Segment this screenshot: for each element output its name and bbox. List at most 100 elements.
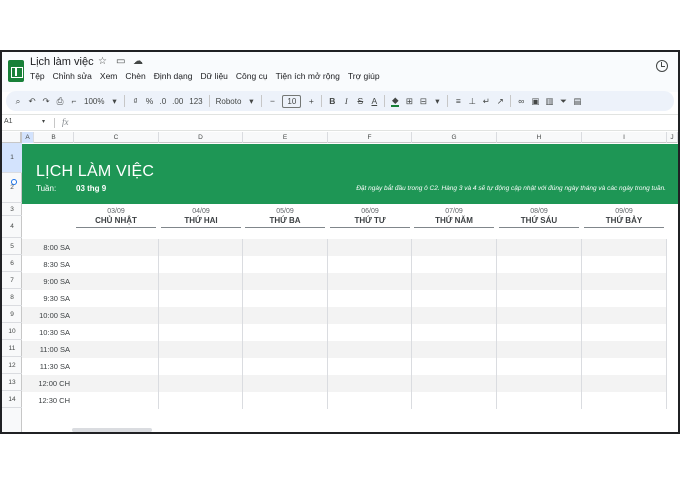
row-header-6[interactable]: 6 (2, 255, 22, 272)
sheets-logo-icon[interactable] (8, 60, 24, 82)
row-header-2[interactable]: 2 (2, 173, 22, 203)
row-header-12[interactable]: 12 (2, 357, 22, 374)
schedule-slot-cell[interactable] (497, 358, 582, 375)
schedule-slot-cell[interactable] (243, 239, 328, 256)
schedule-slot-cell[interactable] (243, 324, 328, 341)
name-box-chevron-down-icon[interactable]: ▾ (42, 118, 45, 125)
text-rotation-icon[interactable]: ↗ (496, 96, 504, 107)
schedule-slot-cell[interactable] (243, 358, 328, 375)
time-label[interactable]: 12:00 CH (22, 379, 74, 388)
menu-file[interactable]: Tệp (30, 71, 45, 85)
schedule-slot-cell[interactable] (159, 290, 243, 307)
filter-icon[interactable]: ⏷ (559, 96, 567, 107)
row-header-1[interactable]: 1 (2, 143, 22, 173)
italic-button[interactable]: I (342, 96, 350, 106)
schedule-slot-cell[interactable] (582, 239, 667, 256)
schedule-slot-cell[interactable] (582, 307, 667, 324)
day-header[interactable]: 08/09 THỨ SÁU (497, 208, 581, 228)
schedule-slot-cell[interactable] (74, 375, 159, 392)
merge-chevron-down-icon[interactable]: ▾ (433, 96, 441, 107)
schedule-slot-cell[interactable] (243, 307, 328, 324)
text-color-button[interactable]: A (370, 96, 378, 106)
time-label[interactable]: 8:00 SA (22, 243, 74, 252)
menu-format[interactable]: Định dạng (154, 71, 193, 85)
insert-link-icon[interactable]: ∞ (517, 96, 525, 106)
insert-chart-icon[interactable]: ▥ (545, 96, 553, 107)
schedule-slot-cell[interactable] (159, 392, 243, 409)
schedule-slot-cell[interactable] (412, 290, 497, 307)
row-header-3[interactable]: 3 (2, 203, 22, 216)
row-header-9[interactable]: 9 (2, 306, 22, 323)
day-header[interactable]: 06/09 THỨ TƯ (328, 208, 412, 228)
undo-icon[interactable]: ↶ (28, 96, 36, 107)
column-header-a[interactable]: A (22, 132, 34, 143)
time-label[interactable]: 9:00 SA (22, 277, 74, 286)
schedule-slot-cell[interactable] (582, 341, 667, 358)
schedule-slot-cell[interactable] (159, 341, 243, 358)
time-label[interactable]: 10:00 SA (22, 311, 74, 320)
schedule-slot-cell[interactable] (582, 256, 667, 273)
time-label[interactable]: 9:30 SA (22, 294, 74, 303)
row-header-11[interactable]: 11 (2, 340, 22, 357)
zoom-select[interactable]: 100% (84, 97, 104, 106)
horizontal-align-icon[interactable]: ≡ (454, 96, 462, 106)
schedule-slot-cell[interactable] (328, 375, 412, 392)
schedule-slot-cell[interactable] (582, 324, 667, 341)
column-header-j[interactable]: J (667, 132, 678, 143)
schedule-slot-cell[interactable] (328, 273, 412, 290)
instruction-note[interactable]: Đặt ngày bắt đầu trong ô C2. Hàng 3 và 4… (356, 185, 666, 192)
menu-tools[interactable]: Công cụ (236, 71, 268, 85)
fill-color-icon[interactable]: ◆ (391, 95, 400, 107)
column-header-e[interactable]: E (243, 132, 328, 143)
insert-comment-icon[interactable]: ▣ (531, 96, 539, 107)
column-header-c[interactable]: C (74, 132, 159, 143)
schedule-slot-cell[interactable] (412, 239, 497, 256)
horizontal-scrollbar[interactable] (72, 428, 152, 432)
schedule-slot-cell[interactable] (74, 341, 159, 358)
time-label[interactable]: 10:30 SA (22, 328, 74, 337)
day-header[interactable]: 07/09 THỨ NĂM (412, 208, 496, 228)
schedule-slot-cell[interactable] (412, 324, 497, 341)
schedule-slot-cell[interactable] (497, 392, 582, 409)
schedule-slot-cell[interactable] (159, 256, 243, 273)
schedule-slot-cell[interactable] (74, 290, 159, 307)
schedule-slot-cell[interactable] (582, 375, 667, 392)
schedule-slot-cell[interactable] (412, 375, 497, 392)
schedule-slot-cell[interactable] (582, 273, 667, 290)
schedule-slot-cell[interactable] (328, 307, 412, 324)
schedule-slot-cell[interactable] (328, 341, 412, 358)
font-chevron-down-icon[interactable]: ▾ (247, 96, 255, 107)
week-label[interactable]: Tuần: (36, 184, 56, 193)
schedule-slot-cell[interactable] (159, 273, 243, 290)
schedule-slot-cell[interactable] (328, 392, 412, 409)
menu-insert[interactable]: Chèn (125, 71, 145, 85)
currency-format-button[interactable]: ₫ (131, 96, 139, 106)
column-header-h[interactable]: H (497, 132, 582, 143)
selection-handle[interactable] (11, 179, 17, 185)
schedule-slot-cell[interactable] (328, 256, 412, 273)
schedule-slot-cell[interactable] (243, 375, 328, 392)
menu-extensions[interactable]: Tiện ích mở rộng (276, 71, 340, 85)
number-format-button[interactable]: 123 (189, 97, 202, 106)
schedule-slot-cell[interactable] (412, 256, 497, 273)
menu-view[interactable]: Xem (100, 71, 117, 85)
merge-cells-icon[interactable]: ⊟ (419, 96, 427, 107)
row-header-8[interactable]: 8 (2, 289, 22, 306)
font-size-increase-button[interactable]: + (307, 96, 315, 106)
schedule-slot-cell[interactable] (412, 392, 497, 409)
paint-format-icon[interactable]: ⌐ (70, 96, 78, 106)
time-label[interactable]: 11:00 SA (22, 345, 74, 354)
filter-views-icon[interactable]: ▤ (573, 96, 581, 107)
row-header-13[interactable]: 13 (2, 374, 22, 391)
select-all-corner[interactable] (2, 132, 22, 143)
schedule-slot-cell[interactable] (159, 358, 243, 375)
row-header-4[interactable]: 4 (2, 216, 22, 238)
schedule-slot-cell[interactable] (497, 239, 582, 256)
menu-edit[interactable]: Chỉnh sửa (53, 71, 92, 85)
schedule-title[interactable]: LỊCH LÀM VIỆC (36, 163, 154, 181)
column-header-b[interactable]: B (34, 132, 74, 143)
day-header[interactable]: 09/09 THỨ BẢY (582, 208, 666, 228)
row-header-14[interactable]: 14 (2, 391, 22, 408)
time-label[interactable]: 8:30 SA (22, 260, 74, 269)
schedule-slot-cell[interactable] (582, 290, 667, 307)
